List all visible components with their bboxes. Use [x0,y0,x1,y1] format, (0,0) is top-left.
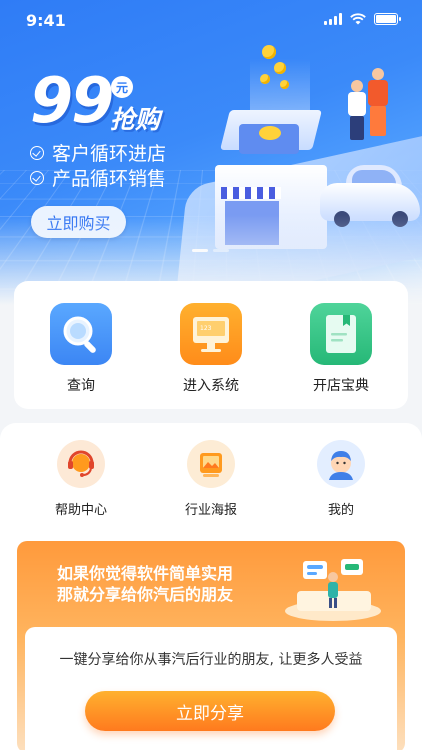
wifi-icon [350,13,366,25]
check-circle-icon [30,145,44,160]
avatar-icon [329,451,353,480]
menu-item-label: 查询 [67,378,95,394]
share-illustration [275,545,395,625]
promo-feature-2: 产品循环销售 [30,164,166,191]
search-tile[interactable] [50,303,112,365]
share-now-button[interactable]: 立即分享 [85,691,335,731]
monitor-icon: 123 [193,317,229,352]
promo-feature-label: 客户循环进店 [52,143,167,165]
menu-item-label: 进入系统 [183,378,239,394]
status-bar: 9:41 [0,0,422,40]
menu-item-store-guide[interactable]: 开店宝典 [286,303,396,395]
promo-price-unit: 元 [111,76,133,98]
poster-circle[interactable] [187,440,235,488]
menu-item-label: 开店宝典 [313,378,369,394]
poster-icon [200,453,222,477]
promo-feature-1: 客户循环进店 [30,139,166,166]
person-figure [368,68,388,138]
battery-icon [374,13,401,25]
menu-item-label: 行业海报 [184,503,237,518]
headset-icon [68,450,94,477]
status-time: 9:41 [26,11,66,30]
promo-rush-label: 抢购 [110,105,161,134]
promo-banner[interactable]: 99 元 抢购 客户循环进店 产品循环销售 立即购买 [0,0,422,305]
guide-tile[interactable] [310,303,372,365]
menu-item-industry-posters[interactable]: 行业海报 [156,440,266,518]
menu-item-enter-system[interactable]: 123 进入系统 [156,303,266,395]
menu-item-help-center[interactable]: 帮助中心 [26,440,136,518]
svg-text:123: 123 [200,325,212,332]
menu-item-label: 帮助中心 [54,503,107,518]
share-panel: 一键分享给你从事汽后行业的朋友, 让更多人受益 立即分享 [25,627,397,750]
menu-item-search[interactable]: 查询 [26,303,136,395]
help-circle[interactable] [57,440,105,488]
promo-price: 99 [30,64,114,137]
share-card: 如果你觉得软件简单实用 那就分享给你汽后的朋友 一键分享给你从事汽后行业的朋友,… [17,541,405,750]
system-tile[interactable]: 123 [180,303,242,365]
cellular-signal-icon [324,13,342,25]
promo-feature-label: 产品循环销售 [52,168,167,190]
person-figure [348,80,366,140]
avatar-circle[interactable] [317,440,365,488]
menu-item-mine[interactable]: 我的 [286,440,396,518]
search-icon [63,316,96,353]
share-title-line: 那就分享给你汽后的朋友 [57,585,234,604]
share-description: 一键分享给你从事汽后行业的朋友, 让更多人受益 [59,652,363,668]
share-title-line: 如果你觉得软件简单实用 [57,564,234,583]
share-title: 如果你觉得软件简单实用 那就分享给你汽后的朋友 [57,563,233,605]
menu-item-label: 我的 [327,503,354,518]
main-menu-card: 查询 123 进入系统 开店宝典 [14,281,408,409]
check-circle-icon [30,170,44,185]
book-icon [326,315,356,353]
